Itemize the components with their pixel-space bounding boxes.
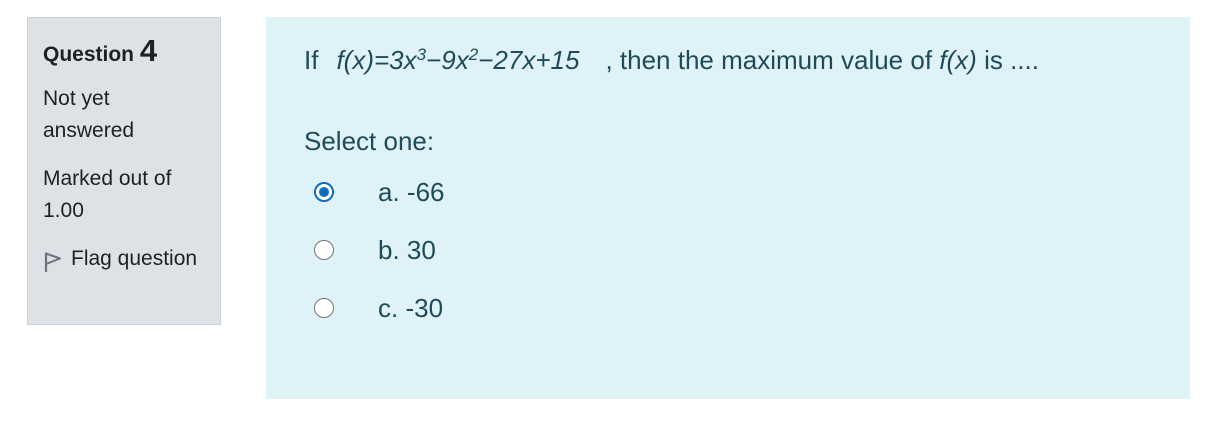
question-label: Question	[43, 43, 135, 66]
question-text: If f(x)=3x3−9x2−27x+15 , then the maximum …	[304, 41, 1152, 79]
answer-label-a[interactable]: a. -66	[378, 176, 445, 208]
function-part-3: −27x+15	[478, 45, 580, 75]
flag-question-label: Flag question	[71, 247, 198, 271]
answer-option-c[interactable]: c. -30	[304, 279, 1152, 337]
exponent-3: 3	[416, 45, 427, 64]
question-suffix-end: is ....	[984, 45, 1039, 75]
answer-option-b[interactable]: b. 30	[304, 221, 1152, 279]
question-number: 4	[139, 33, 158, 68]
answer-option-a[interactable]: a. -66	[304, 163, 1152, 221]
answer-list: a. -66 b. 30 c. -30	[304, 163, 1152, 337]
answer-radio-c[interactable]	[314, 298, 334, 318]
question-suffix-start: , then the maximum value of	[605, 45, 933, 75]
function-part-2: −9x	[426, 45, 469, 75]
flag-question-link[interactable]: Flag question	[43, 243, 205, 275]
function-part-1: f(x)=3x	[336, 45, 417, 75]
exponent-2: 2	[468, 45, 479, 64]
answer-label-c[interactable]: c. -30	[378, 292, 443, 324]
question-info-panel: Question 4 Not yet answered Marked out o…	[27, 17, 221, 325]
answer-radio-a[interactable]	[314, 182, 334, 202]
function-expression: f(x)=3x3−9x2−27x+15	[336, 45, 579, 75]
select-one-prompt: Select one:	[304, 126, 435, 156]
question-grade: Marked out of 1.00	[43, 167, 172, 223]
question-number-heading: Question 4	[43, 32, 205, 69]
question-fx: f(x)	[939, 45, 977, 75]
answer-label-b[interactable]: b. 30	[378, 234, 436, 266]
flag-icon	[43, 251, 63, 273]
question-content: If f(x)=3x3−9x2−27x+15 , then the maximum …	[266, 17, 1190, 399]
answer-radio-b[interactable]	[314, 240, 334, 260]
question-prefix: If	[304, 45, 319, 75]
question-state: Not yet answered	[43, 87, 135, 143]
